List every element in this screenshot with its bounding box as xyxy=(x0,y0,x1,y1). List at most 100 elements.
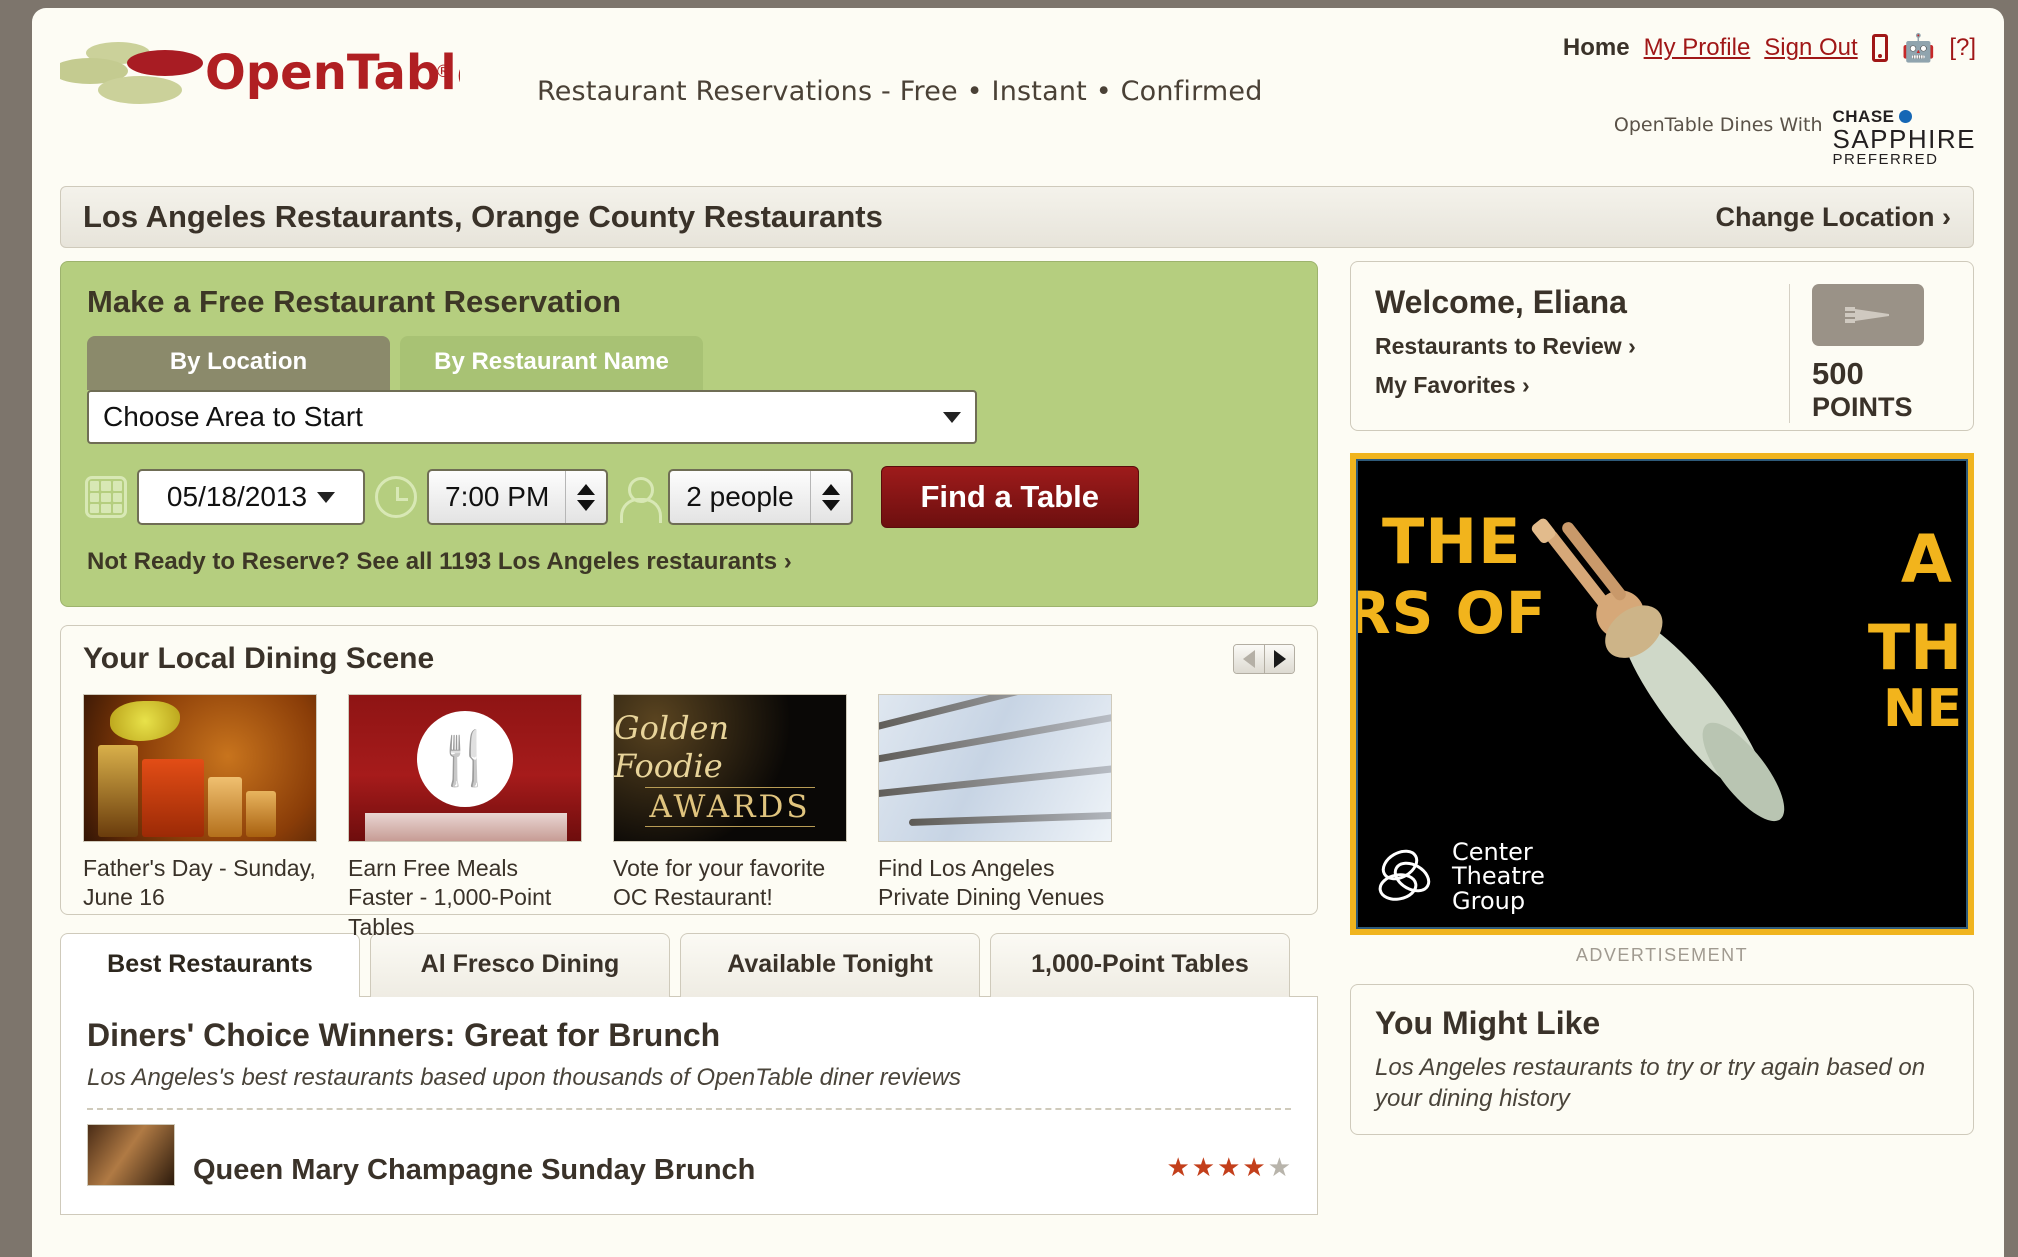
chevron-down-icon xyxy=(943,411,961,423)
ctg-line-3: Group xyxy=(1452,886,1526,915)
star-filled-icon: ★ xyxy=(1166,1152,1190,1182)
area-select[interactable]: Choose Area to Start xyxy=(87,390,977,444)
site-tagline: Restaurant Reservations - Free • Instant… xyxy=(537,76,1263,107)
points-block: 500 POINTS xyxy=(1789,284,1949,423)
tab-available-tonight[interactable]: Available Tonight xyxy=(680,933,980,997)
location-title: Los Angeles Restaurants, Orange County R… xyxy=(83,199,883,234)
content-panel: Diners' Choice Winners: Great for Brunch… xyxy=(60,996,1318,1215)
datetime-party-row: 05/18/2013 7:00 PM 2 people Find a Table xyxy=(85,466,1295,528)
time-value: 7:00 PM xyxy=(445,481,550,512)
date-chevron-down-icon xyxy=(317,491,336,503)
nav-my-profile[interactable]: My Profile xyxy=(1644,34,1751,62)
tab-by-restaurant-name[interactable]: By Restaurant Name xyxy=(400,336,703,390)
restaurant-row[interactable]: Queen Mary Champagne Sunday Brunch ★ ★ ★… xyxy=(87,1110,1291,1187)
find-a-table-button[interactable]: Find a Table xyxy=(880,466,1139,528)
chase-brand: CHASE xyxy=(1832,107,1895,126)
dining-scene-caption: Father's Day - Sunday, June 16 xyxy=(83,855,316,911)
site-header: OpenTable ® Restaurant Reservations - Fr… xyxy=(32,8,2004,173)
date-value: 05/18/2013 xyxy=(166,481,308,512)
time-up-icon[interactable] xyxy=(577,483,596,495)
nav-home[interactable]: Home xyxy=(1563,34,1630,62)
my-favorites-link[interactable]: My Favorites › xyxy=(1375,372,1789,399)
chase-sapphire-partner: OpenTable Dines With CHASE SAPPHIRE PREF… xyxy=(1614,108,1976,167)
you-might-like-panel: You Might Like Los Angeles restaurants t… xyxy=(1350,984,1974,1136)
local-dining-scene: Your Local Dining Scene Father's Day - S… xyxy=(60,625,1318,940)
star-rating: ★ ★ ★ ★ ★ xyxy=(1166,1124,1291,1180)
star-filled-icon: ★ xyxy=(1242,1152,1266,1182)
fork-spoon-badge-thumbnail: 🍴 xyxy=(348,694,582,842)
content-tabs: Best Restaurants Al Fresco Dining Availa… xyxy=(60,933,1318,997)
golden-foodie-script: Golden Foodie xyxy=(614,709,730,785)
dining-scene-caption: Find Los Angeles Private Dining Venues xyxy=(878,855,1105,911)
panel-subtitle: Los Angeles's best restaurants based upo… xyxy=(87,1064,962,1091)
center-theatre-group-logo: Center Theatre Group xyxy=(1376,837,1545,915)
reservation-heading: Make a Free Restaurant Reservation xyxy=(87,284,622,319)
area-select-value: Choose Area to Start xyxy=(103,401,363,432)
restaurant-thumbnail xyxy=(87,1124,175,1186)
dining-scene-items: Father's Day - Sunday, June 16 🍴 Earn Fr… xyxy=(83,694,1295,942)
restaurants-to-review-link[interactable]: Restaurants to Review › xyxy=(1375,333,1789,360)
party-size-value: 2 people xyxy=(686,481,794,512)
nav-sign-out[interactable]: Sign Out xyxy=(1764,34,1857,62)
dining-scene-caption: Earn Free Meals Faster - 1,000-Point Tab… xyxy=(348,855,552,940)
welcome-greeting: Welcome, Eliana xyxy=(1375,284,1627,320)
time-down-icon[interactable] xyxy=(577,499,596,511)
person-icon xyxy=(618,476,663,523)
party-size-field[interactable]: 2 people xyxy=(668,469,853,525)
right-sidebar: Welcome, Eliana Restaurants to Review › … xyxy=(1350,261,1974,1136)
time-field[interactable]: 7:00 PM xyxy=(427,469,609,525)
arrow-right-icon xyxy=(1273,650,1286,668)
welcome-panel: Welcome, Eliana Restaurants to Review › … xyxy=(1350,261,1974,431)
svg-text:®: ® xyxy=(435,62,452,82)
party-up-icon[interactable] xyxy=(821,483,840,495)
you-might-like-subtitle: Los Angeles restaurants to try or try ag… xyxy=(1375,1054,1926,1113)
party-down-icon[interactable] xyxy=(821,499,840,511)
dining-scene-item[interactable]: Find Los Angeles Private Dining Venues xyxy=(878,694,1112,942)
forks-thumbnail xyxy=(878,694,1112,842)
panel-title: Diners' Choice Winners: Great for Brunch xyxy=(87,1017,721,1053)
left-column: Make a Free Restaurant Reservation By Lo… xyxy=(60,261,1318,1215)
tab-best-restaurants[interactable]: Best Restaurants xyxy=(60,933,360,997)
chase-sapphire-logo: CHASE SAPPHIRE PREFERRED xyxy=(1833,108,1977,167)
change-location-link[interactable]: Change Location › xyxy=(1716,202,1952,233)
help-icon[interactable]: [?] xyxy=(1949,34,1976,62)
date-field[interactable]: 05/18/2013 xyxy=(137,469,365,525)
ctg-line-1: Center xyxy=(1452,837,1533,866)
tab-by-location[interactable]: By Location xyxy=(87,336,390,390)
welcome-left: Welcome, Eliana Restaurants to Review › … xyxy=(1375,284,1789,399)
dining-scene-caption: Vote for your favorite OC Restaurant! xyxy=(613,855,826,911)
partner-label: OpenTable Dines With xyxy=(1613,114,1823,136)
mobile-phone-icon[interactable] xyxy=(1871,34,1888,62)
awards-word: AWARDS xyxy=(645,787,815,827)
reservation-widget: Make a Free Restaurant Reservation By Lo… xyxy=(60,261,1318,607)
carousel-prev-button[interactable] xyxy=(1234,645,1264,673)
advertisement-banner[interactable]: THE RS OF A TH NE Center Theatre Group xyxy=(1350,453,1974,935)
restaurant-name[interactable]: Queen Mary Champagne Sunday Brunch xyxy=(193,1124,755,1187)
time-stepper[interactable] xyxy=(566,483,606,511)
party-stepper[interactable] xyxy=(811,483,851,511)
star-filled-icon: ★ xyxy=(1217,1152,1241,1182)
tab-1000-point-tables[interactable]: 1,000-Point Tables xyxy=(990,933,1290,997)
fork-spoon-icon: 🍴 xyxy=(432,730,498,789)
opentable-logo[interactable]: OpenTable ® xyxy=(60,33,460,105)
ctg-wordmark: Center Theatre Group xyxy=(1452,837,1545,915)
star-filled-icon: ★ xyxy=(1191,1152,1216,1182)
you-might-like-title: You Might Like xyxy=(1375,1005,1601,1041)
dining-scene-item[interactable]: Golden Foodie AWARDS Vote for your favor… xyxy=(613,694,847,942)
dining-scene-item[interactable]: 🍴 Earn Free Meals Faster - 1,000-Point T… xyxy=(348,694,582,942)
points-label: POINTS xyxy=(1812,392,1913,422)
reservation-tabs: By Location By Restaurant Name xyxy=(87,336,1295,390)
points-number: 500 xyxy=(1812,356,1864,391)
ad-inner: THE RS OF A TH NE Center Theatre Group xyxy=(1356,459,1968,929)
android-icon[interactable]: 🤖 xyxy=(1902,34,1936,62)
tab-al-fresco-dining[interactable]: Al Fresco Dining xyxy=(370,933,670,997)
dining-scene-item[interactable]: Father's Day - Sunday, June 16 xyxy=(83,694,317,942)
arrow-left-icon xyxy=(1243,650,1255,668)
dining-scene-heading: Your Local Dining Scene xyxy=(83,642,435,675)
carousel-next-button[interactable] xyxy=(1264,645,1294,673)
golden-foodie-awards-thumbnail: Golden Foodie AWARDS xyxy=(613,694,847,842)
sapphire-word: SAPPHIRE xyxy=(1832,124,1976,154)
not-ready-link[interactable]: Not Ready to Reserve? See all 1193 Los A… xyxy=(87,548,1295,576)
ctg-line-2: Theatre xyxy=(1452,862,1545,891)
clock-icon xyxy=(375,476,417,518)
